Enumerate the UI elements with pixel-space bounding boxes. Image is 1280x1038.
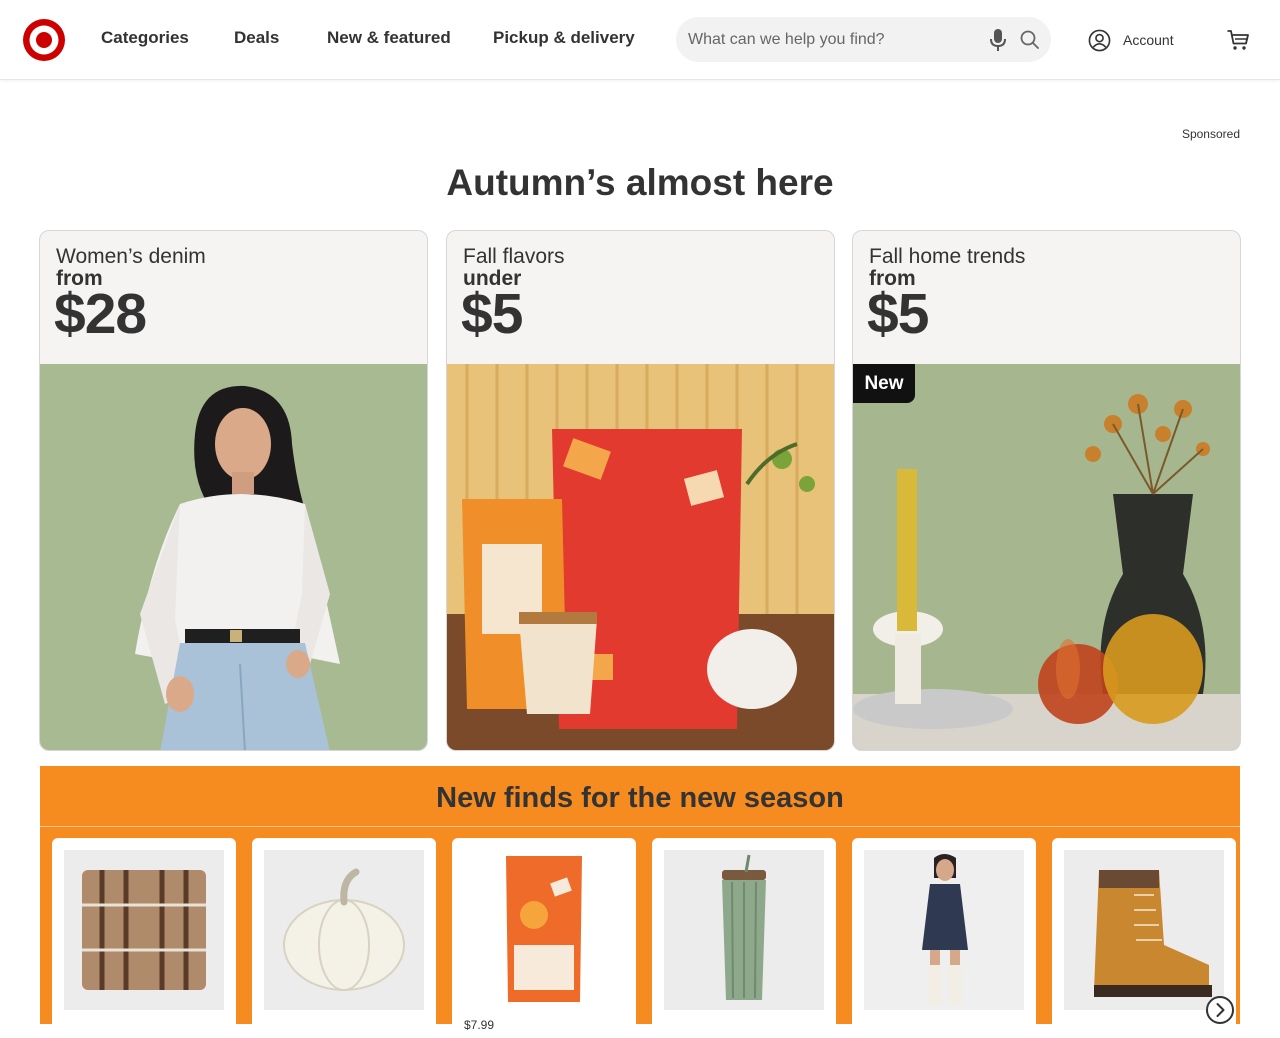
carousel-next-button[interactable] (1206, 996, 1234, 1024)
card-title: Fall home trends (869, 245, 1026, 268)
nav-new-featured[interactable]: New & featured (327, 28, 451, 48)
card-title: Women’s denim (56, 245, 206, 268)
account-label: Account (1123, 32, 1174, 48)
top-header: Categories Deals New & featured Pickup &… (0, 0, 1280, 80)
product-image (864, 850, 1024, 1010)
new-finds-title: New finds for the new season (436, 782, 844, 814)
account-icon (1088, 29, 1111, 51)
product-tile-green-tumbler[interactable] (652, 838, 836, 1038)
nav-categories[interactable]: Categories (101, 28, 189, 48)
search-input[interactable] (688, 17, 978, 62)
womens-denim-image (40, 364, 427, 750)
product-tile-glass-pumpkin[interactable] (252, 838, 436, 1038)
product-tile-plaid-pillow[interactable] (52, 838, 236, 1038)
promo-card-fall-flavors[interactable]: Fall flavors under $5 (446, 230, 835, 751)
fall-flavors-image (447, 364, 834, 750)
new-badge: New (853, 364, 915, 403)
fall-home-trends-image: New (853, 364, 1240, 750)
product-image (264, 850, 424, 1010)
promo-card-womens-denim[interactable]: Women’s denim from $28 (39, 230, 428, 751)
product-tile-denim-dress[interactable] (852, 838, 1036, 1038)
nav-deals[interactable]: Deals (234, 28, 279, 48)
product-image (64, 850, 224, 1010)
promo-card-fall-home-trends[interactable]: Fall home trends from $5 New (852, 230, 1241, 751)
product-price-partial: $7.99 (464, 1018, 495, 1032)
sponsored-label: Sponsored (1181, 127, 1240, 141)
target-logo-icon[interactable] (22, 18, 66, 62)
product-image (464, 850, 624, 1010)
section-divider (40, 826, 1240, 827)
card-price: $28 (54, 282, 147, 346)
product-tile-pumpkin-spice-coffee[interactable]: $7.99 (452, 838, 636, 1038)
card-title: Fall flavors (463, 245, 565, 268)
new-finds-section: New finds for the new season $7.99 (40, 766, 1240, 1038)
product-image (1064, 850, 1224, 1010)
card-price: $5 (461, 282, 523, 346)
card-price: $5 (867, 282, 929, 346)
search-icon[interactable] (1019, 29, 1041, 51)
chevron-right-icon (1216, 1003, 1225, 1017)
cart-icon[interactable] (1226, 28, 1250, 52)
microphone-icon[interactable] (989, 28, 1007, 52)
product-image (664, 850, 824, 1010)
page-headline: Autumn’s almost here (446, 162, 834, 203)
nav-pickup-delivery[interactable]: Pickup & delivery (493, 28, 635, 48)
account-button[interactable]: Account (1088, 27, 1174, 53)
search-bar (676, 17, 1051, 62)
